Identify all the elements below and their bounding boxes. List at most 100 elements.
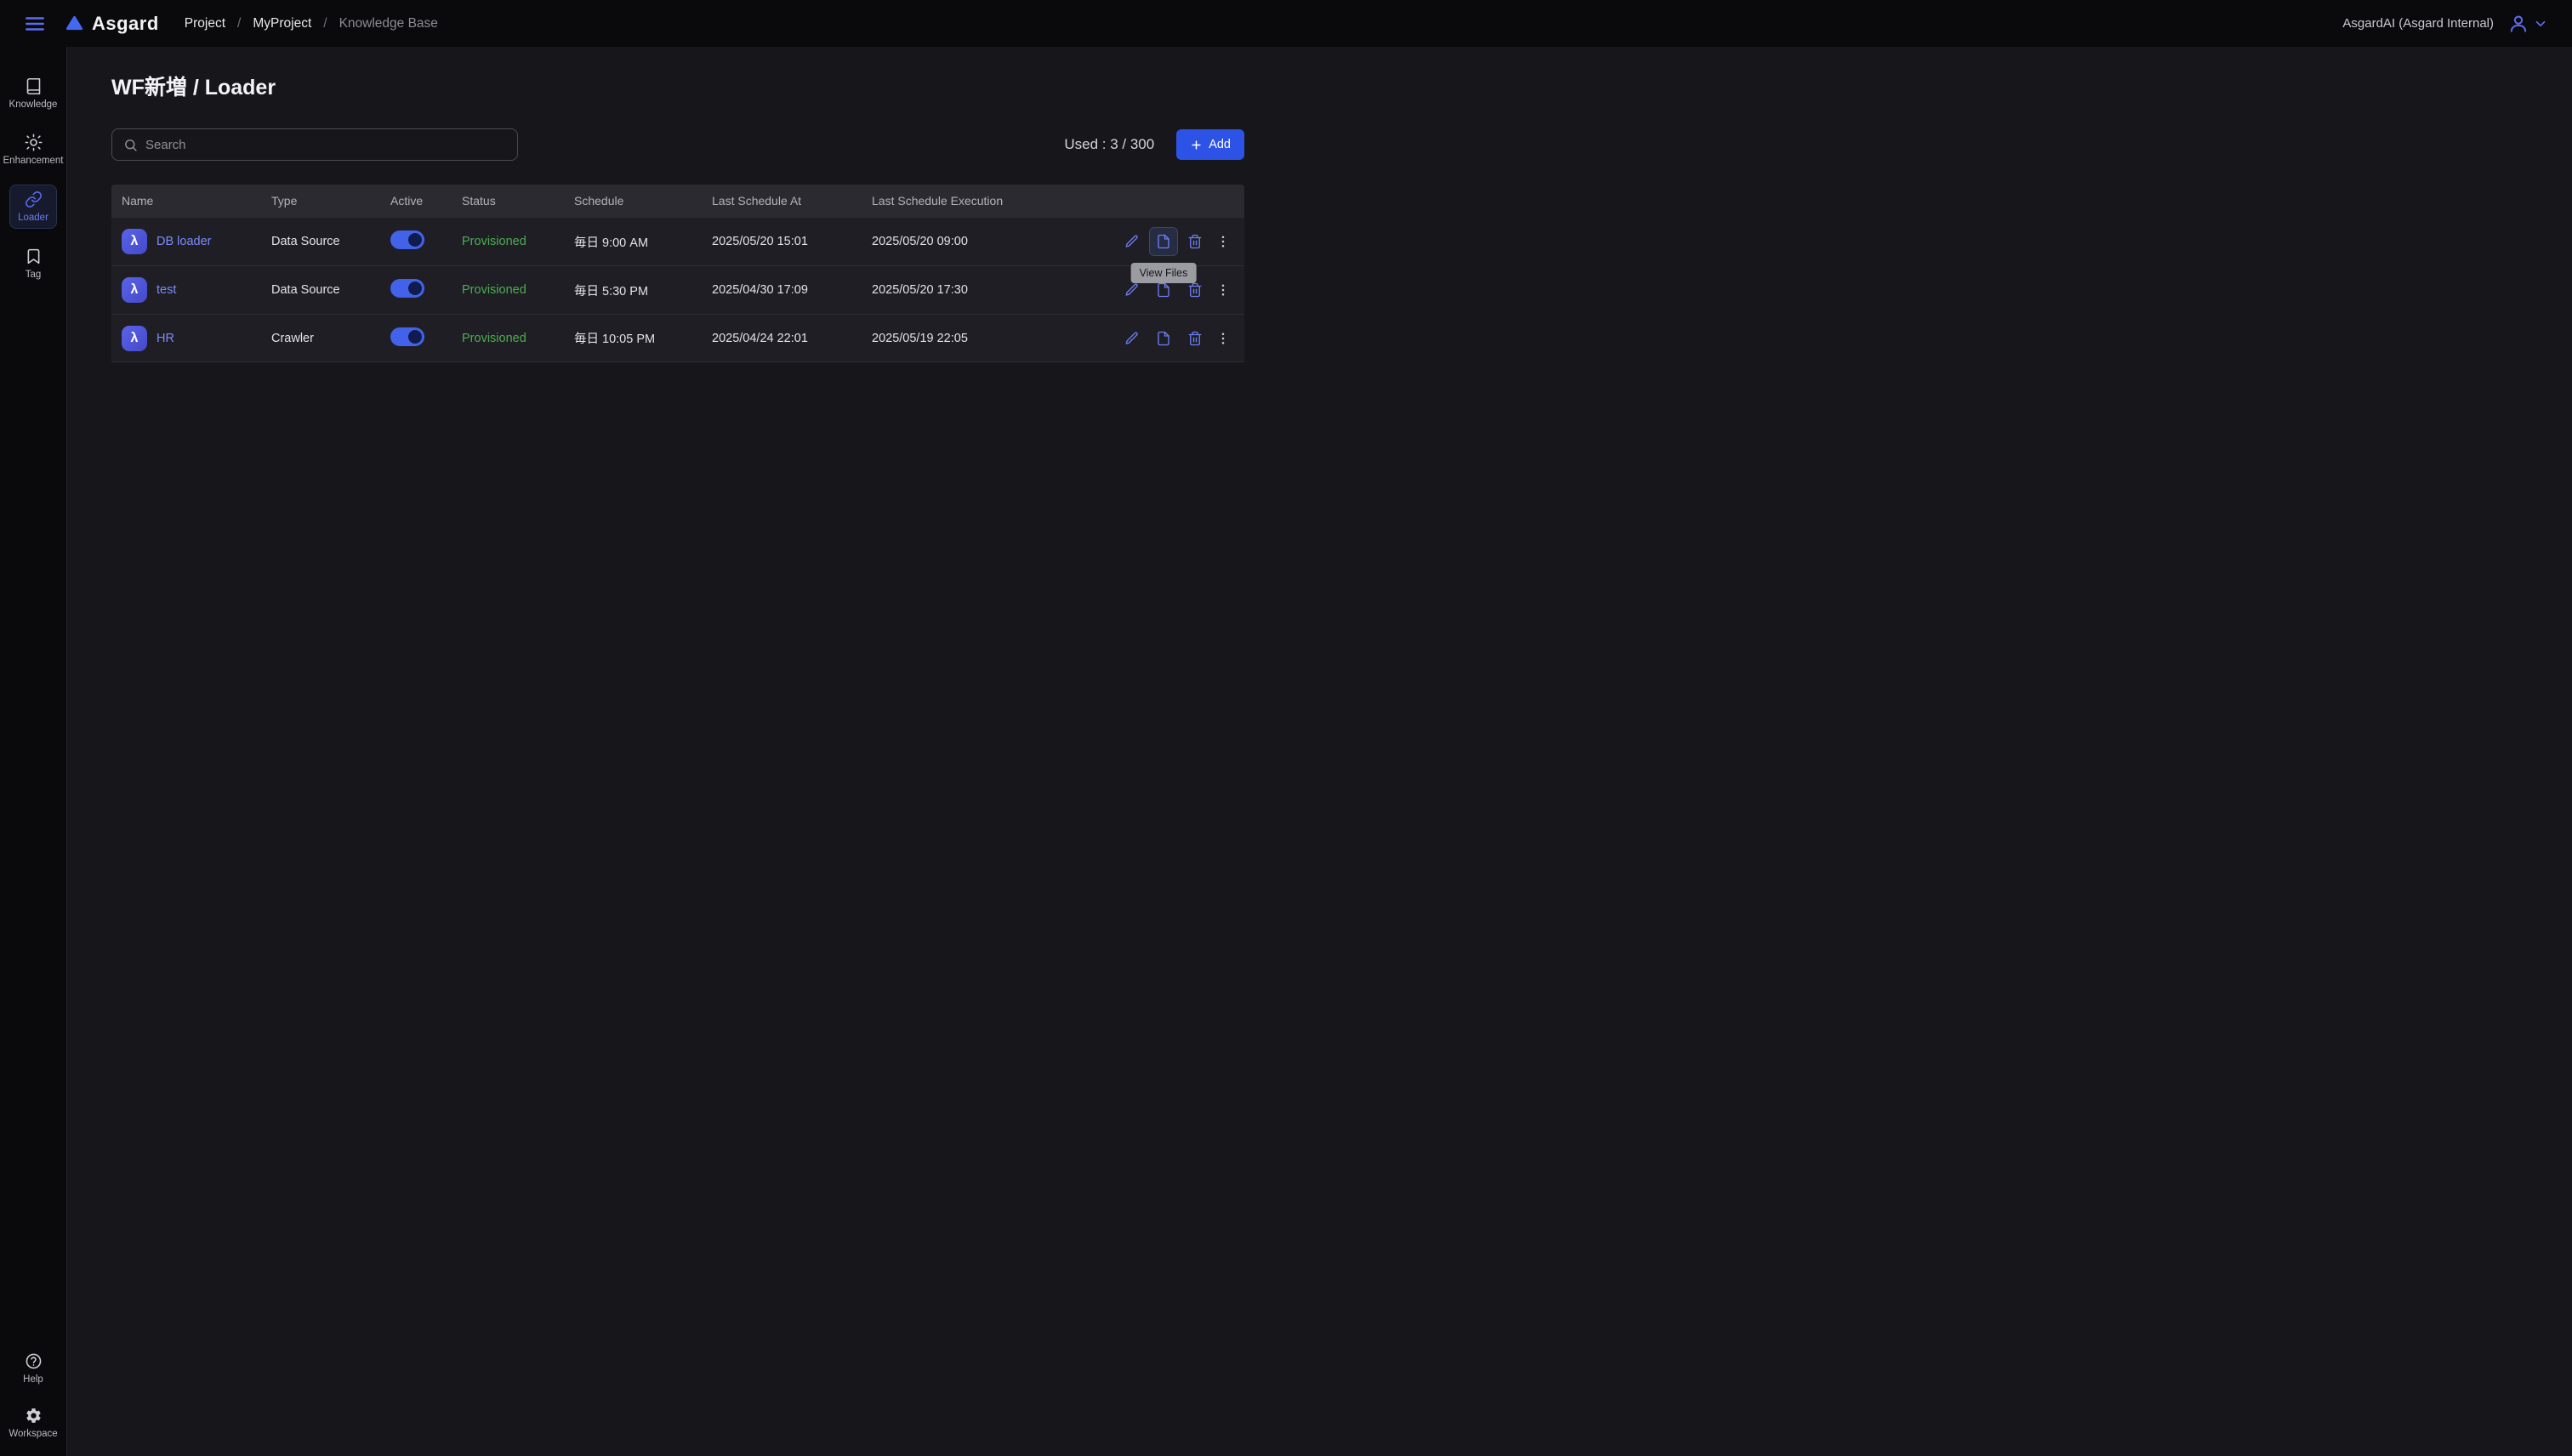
column-header-name: Name: [122, 194, 271, 208]
loader-name-link[interactable]: HR: [156, 332, 174, 345]
delete-button[interactable]: [1181, 227, 1209, 256]
sidebar-item-label: Help: [23, 1374, 43, 1385]
search-box: [111, 128, 518, 161]
column-header-type: Type: [271, 194, 390, 208]
breadcrumb-item-knowledge-base: Knowledge Base: [339, 16, 438, 31]
chevron-down-icon: [2533, 16, 2548, 31]
last-schedule-execution-value: 2025/05/19 22:05: [872, 332, 1084, 345]
more-actions-button[interactable]: [1212, 324, 1234, 353]
link-icon: [25, 191, 43, 208]
column-header-last-schedule-execution: Last Schedule Execution: [872, 194, 1084, 208]
status-value: Provisioned: [462, 283, 574, 297]
brand-title: Asgard: [92, 13, 159, 35]
main-content: WF新増 / Loader Used : 3 / 300 Add Name Ty…: [67, 47, 1286, 362]
column-header-last-schedule-at: Last Schedule At: [712, 194, 872, 208]
trash-icon: [1187, 331, 1203, 346]
hamburger-icon: [24, 13, 46, 35]
sidebar-item-label: Tag: [26, 270, 42, 280]
trash-icon: [1187, 282, 1203, 298]
help-icon: [25, 1352, 43, 1370]
add-button-label: Add: [1209, 138, 1231, 151]
plus-icon: [1190, 139, 1203, 151]
topbar: Asgard Project / MyProject / Knowledge B…: [0, 0, 2572, 47]
sidebar-item-enhancement[interactable]: Enhancement: [5, 128, 61, 171]
column-header-status: Status: [462, 194, 574, 208]
bookmark-icon: [25, 247, 43, 265]
schedule-value: 毎日 9:00 AM: [574, 233, 712, 251]
last-schedule-execution-value: 2025/05/20 17:30: [872, 283, 1084, 297]
schedule-value: 毎日 10:05 PM: [574, 329, 712, 347]
search-input[interactable]: [145, 138, 506, 152]
more-actions-button[interactable]: [1212, 276, 1234, 304]
kebab-icon: [1215, 331, 1231, 346]
loader-badge-icon: λ: [122, 326, 147, 351]
loader-name-link[interactable]: DB loader: [156, 235, 211, 248]
breadcrumb-separator: /: [237, 16, 241, 31]
file-icon: [1156, 331, 1171, 346]
sun-icon: [25, 134, 43, 151]
breadcrumb-separator: /: [323, 16, 327, 31]
last-schedule-at-value: 2025/04/24 22:01: [712, 332, 872, 345]
status-value: Provisioned: [462, 235, 574, 248]
file-icon: [1156, 282, 1171, 298]
hamburger-menu-button[interactable]: [24, 13, 46, 35]
pencil-icon: [1124, 331, 1140, 346]
table-row: λ test Data Source Provisioned 毎日 5:30 P…: [111, 265, 1244, 314]
sidebar-item-workspace[interactable]: Workspace: [5, 1402, 61, 1444]
type-value: Crawler: [271, 332, 390, 345]
type-value: Data Source: [271, 235, 390, 248]
schedule-value: 毎日 5:30 PM: [574, 282, 712, 299]
loader-name-link[interactable]: test: [156, 283, 176, 297]
last-schedule-at-value: 2025/05/20 15:01: [712, 235, 872, 248]
sidebar-item-label: Loader: [18, 213, 48, 223]
view-files-button[interactable]: View Files: [1149, 227, 1178, 256]
kebab-icon: [1215, 234, 1231, 249]
sidebar-item-tag[interactable]: Tag: [5, 242, 61, 285]
table-header: Name Type Active Status Schedule Last Sc…: [111, 185, 1244, 217]
pencil-icon: [1124, 234, 1140, 249]
book-icon: [25, 77, 43, 95]
delete-button[interactable]: [1181, 324, 1209, 353]
view-files-tooltip: View Files: [1131, 263, 1197, 283]
gear-icon: [25, 1407, 43, 1425]
table-row: λ HR Crawler Provisioned 毎日 10:05 PM 202…: [111, 314, 1244, 362]
usage-label: Used : 3 / 300: [1064, 136, 1154, 153]
logo-triangle-icon: [65, 14, 84, 33]
last-schedule-execution-value: 2025/05/20 09:00: [872, 235, 1084, 248]
sidebar: Knowledge Enhancement Loader Tag: [0, 47, 67, 1456]
loader-badge-icon: λ: [122, 229, 147, 254]
edit-button[interactable]: [1118, 227, 1147, 256]
sidebar-item-loader[interactable]: Loader: [9, 185, 57, 229]
breadcrumb: Project / MyProject / Knowledge Base: [185, 16, 438, 31]
sidebar-item-help[interactable]: Help: [5, 1347, 61, 1390]
pencil-icon: [1124, 282, 1140, 298]
search-icon: [123, 138, 138, 152]
page-title: WF新増 / Loader: [111, 71, 1244, 101]
sidebar-item-label: Workspace: [9, 1429, 57, 1439]
last-schedule-at-value: 2025/04/30 17:09: [712, 283, 872, 297]
table-row: λ DB loader Data Source Provisioned 毎日 9…: [111, 217, 1244, 265]
edit-button[interactable]: [1118, 324, 1147, 353]
breadcrumb-item-myproject[interactable]: MyProject: [253, 16, 311, 31]
sidebar-item-label: Knowledge: [9, 100, 58, 110]
account-label: AsgardAI (Asgard Internal): [2342, 16, 2494, 31]
sidebar-item-label: Enhancement: [3, 156, 64, 166]
add-button[interactable]: Add: [1176, 129, 1244, 160]
loader-badge-icon: λ: [122, 277, 147, 303]
column-header-active: Active: [390, 194, 462, 208]
sidebar-item-knowledge[interactable]: Knowledge: [5, 72, 61, 115]
trash-icon: [1187, 234, 1203, 249]
account-menu-button[interactable]: [2507, 13, 2548, 35]
active-toggle[interactable]: [390, 327, 424, 346]
breadcrumb-item-project[interactable]: Project: [185, 16, 225, 31]
active-toggle[interactable]: [390, 279, 424, 298]
more-actions-button[interactable]: [1212, 227, 1234, 256]
view-files-button[interactable]: [1149, 324, 1178, 353]
status-value: Provisioned: [462, 332, 574, 345]
loader-table: Name Type Active Status Schedule Last Sc…: [111, 185, 1244, 362]
type-value: Data Source: [271, 283, 390, 297]
user-avatar-icon: [2507, 13, 2529, 35]
active-toggle[interactable]: [390, 230, 424, 249]
kebab-icon: [1215, 282, 1231, 298]
column-header-schedule: Schedule: [574, 194, 712, 208]
